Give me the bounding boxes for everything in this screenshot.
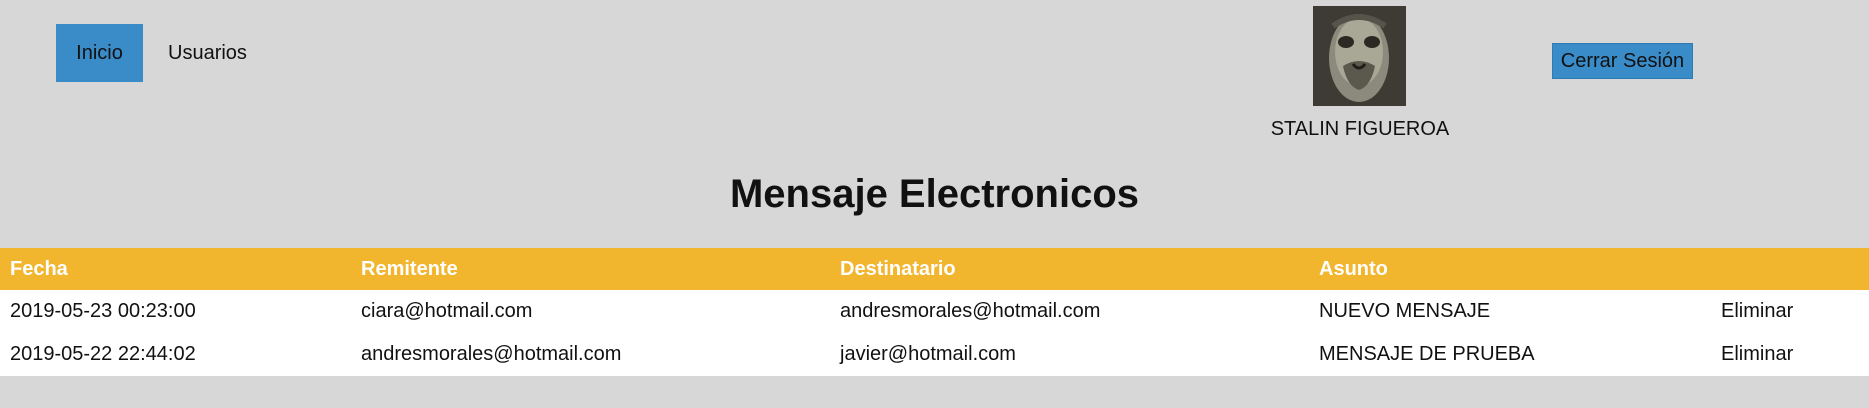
nav-inicio-link[interactable]: Inicio [56, 24, 143, 82]
page-title: Mensaje Electronicos [729, 172, 1140, 216]
cell-remitente: ciara@hotmail.com [361, 300, 533, 322]
nav-usuarios-link[interactable]: Usuarios [160, 24, 255, 82]
cell-fecha: 2019-05-22 22:44:02 [10, 343, 196, 365]
page: Inicio Usuarios STALIN FIGUEROA Cerrar S… [0, 0, 1869, 408]
cell-destinatario: andresmorales@hotmail.com [840, 300, 1101, 322]
cell-destinatario: javier@hotmail.com [840, 343, 1016, 365]
logout-button[interactable]: Cerrar Sesión [1552, 43, 1693, 79]
user-avatar-photo-icon [1313, 6, 1406, 106]
table-row: 2019-05-22 22:44:02 andresmorales@hotmai… [0, 333, 1869, 376]
header-remitente: Remitente [361, 258, 458, 280]
delete-link[interactable]: Eliminar [1721, 290, 1793, 333]
header-asunto: Asunto [1319, 258, 1388, 280]
cell-asunto: NUEVO MENSAJE [1319, 300, 1491, 322]
logout-button-label: Cerrar Sesión [1560, 49, 1685, 72]
table-header-row: Fecha Remitente Destinatario Asunto [0, 248, 1869, 290]
header-destinatario: Destinatario [840, 258, 956, 280]
cell-asunto: MENSAJE DE PRUEBA [1319, 343, 1535, 365]
user-name: STALIN FIGUEROA [1270, 118, 1450, 140]
header-fecha: Fecha [10, 258, 68, 280]
nav-usuarios-label: Usuarios [168, 41, 247, 64]
table-row: 2019-05-23 00:23:00 ciara@hotmail.com an… [0, 290, 1869, 333]
cell-remitente: andresmorales@hotmail.com [361, 343, 622, 365]
nav-inicio-label: Inicio [76, 41, 123, 64]
delete-link[interactable]: Eliminar [1721, 333, 1793, 376]
table-body: 2019-05-23 00:23:00 ciara@hotmail.com an… [0, 290, 1869, 376]
cell-fecha: 2019-05-23 00:23:00 [10, 300, 196, 322]
avatar [1313, 6, 1406, 106]
messages-table: Fecha Remitente Destinatario Asunto 2019… [0, 248, 1869, 376]
